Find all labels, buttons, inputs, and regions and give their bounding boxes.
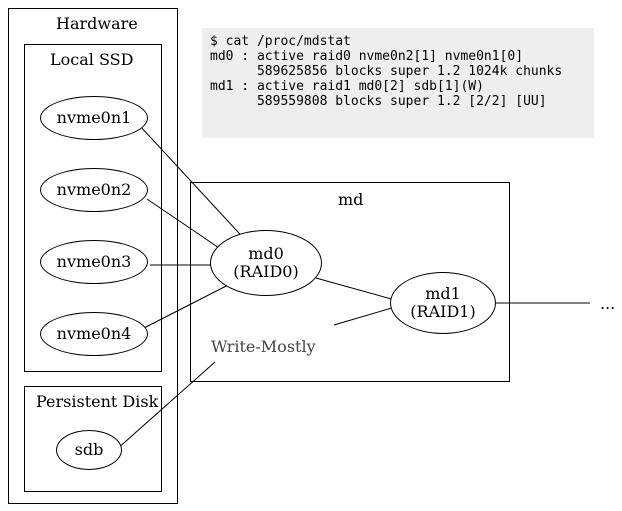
md0-node: md0 (RAID0) [210, 230, 322, 296]
write-mostly-label: Write-Mostly [211, 337, 316, 356]
disk-label: nvme0n1 [57, 109, 132, 127]
md-label: md [338, 190, 363, 209]
md0-label: md0 (RAID0) [233, 245, 298, 282]
disk-label: nvme0n3 [57, 253, 132, 271]
mdstat-line: $ cat /proc/mdstat [210, 34, 351, 49]
disk-label: nvme0n4 [57, 325, 132, 343]
persistent-disk-label: Persistent Disk [36, 392, 158, 411]
mdstat-line: 589625856 blocks super 1.2 1024k chunks [210, 64, 562, 79]
mdstat-line: md1 : active raid1 md0[2] sdb[1](W) [210, 79, 484, 94]
disk-nvme0n2: nvme0n2 [40, 168, 148, 212]
disk-nvme0n3: nvme0n3 [40, 240, 148, 284]
mdstat-line: 589559808 blocks super 1.2 [2/2] [UU] [210, 94, 547, 109]
disk-label: sdb [75, 441, 104, 459]
md1-label: md1 (RAID1) [410, 285, 475, 322]
mdstat-block: $ cat /proc/mdstat md0 : active raid0 nv… [202, 28, 594, 138]
mdstat-line: md0 : active raid0 nvme0n2[1] nvme0n1[0] [210, 49, 523, 64]
disk-sdb: sdb [56, 430, 122, 470]
md1-node: md1 (RAID1) [390, 272, 496, 334]
hardware-label: Hardware [56, 14, 138, 33]
local-ssd-label: Local SSD [50, 50, 133, 69]
ellipsis-label: ... [600, 294, 615, 313]
disk-label: nvme0n2 [57, 181, 132, 199]
disk-nvme0n1: nvme0n1 [40, 96, 148, 140]
disk-nvme0n4: nvme0n4 [40, 312, 148, 356]
